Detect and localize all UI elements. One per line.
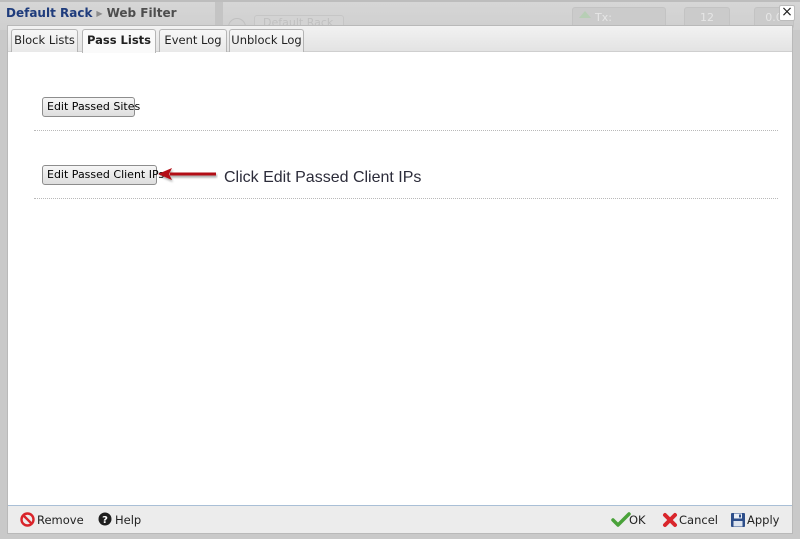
section-divider <box>34 130 778 131</box>
close-icon[interactable]: × <box>779 5 795 21</box>
no-entry-icon <box>20 512 35 527</box>
tab-block-lists[interactable]: Block Lists <box>11 29 78 52</box>
pass-lists-content: Edit Passed Sites Edit Passed Client IPs… <box>8 53 792 505</box>
help-button[interactable]: ? Help <box>98 511 141 529</box>
ok-button[interactable]: OK <box>611 511 646 529</box>
cancel-x-icon <box>663 513 677 527</box>
dialog-panel: Block Lists Pass Lists Event Log Unblock… <box>7 25 793 534</box>
web-filter-dialog: Default Rack ▶ Web Filter × Block Lists Pa… <box>0 0 800 539</box>
breadcrumb-current: Web Filter <box>106 6 177 20</box>
edit-passed-sites-button[interactable]: Edit Passed Sites <box>42 97 140 117</box>
annotation-arrow-icon <box>158 168 216 180</box>
floppy-disk-icon <box>731 513 745 527</box>
tab-strip: Block Lists Pass Lists Event Log Unblock… <box>8 26 792 53</box>
tab-event-log[interactable]: Event Log <box>159 29 227 52</box>
help-icon: ? <box>98 512 112 526</box>
breadcrumb-root[interactable]: Default Rack <box>6 6 92 20</box>
dialog-breadcrumb: Default Rack ▶ Web Filter <box>0 0 800 25</box>
triangle-right-icon: ▶ <box>96 9 103 18</box>
svg-text:?: ? <box>102 515 108 526</box>
dialog-footer: Remove ? Help OK Cancel Apply <box>8 505 792 533</box>
tab-unblock-log[interactable]: Unblock Log <box>229 29 304 52</box>
section-divider <box>34 198 778 199</box>
apply-button[interactable]: Apply <box>730 511 779 529</box>
edit-passed-client-ips-button[interactable]: Edit Passed Client IPs <box>42 165 164 185</box>
checkmark-icon <box>611 512 631 527</box>
cancel-button[interactable]: Cancel <box>662 511 718 529</box>
tab-pass-lists[interactable]: Pass Lists <box>82 29 156 53</box>
instruction-annotation: Click Edit Passed Client IPs <box>224 169 422 186</box>
remove-button[interactable]: Remove <box>20 511 84 529</box>
